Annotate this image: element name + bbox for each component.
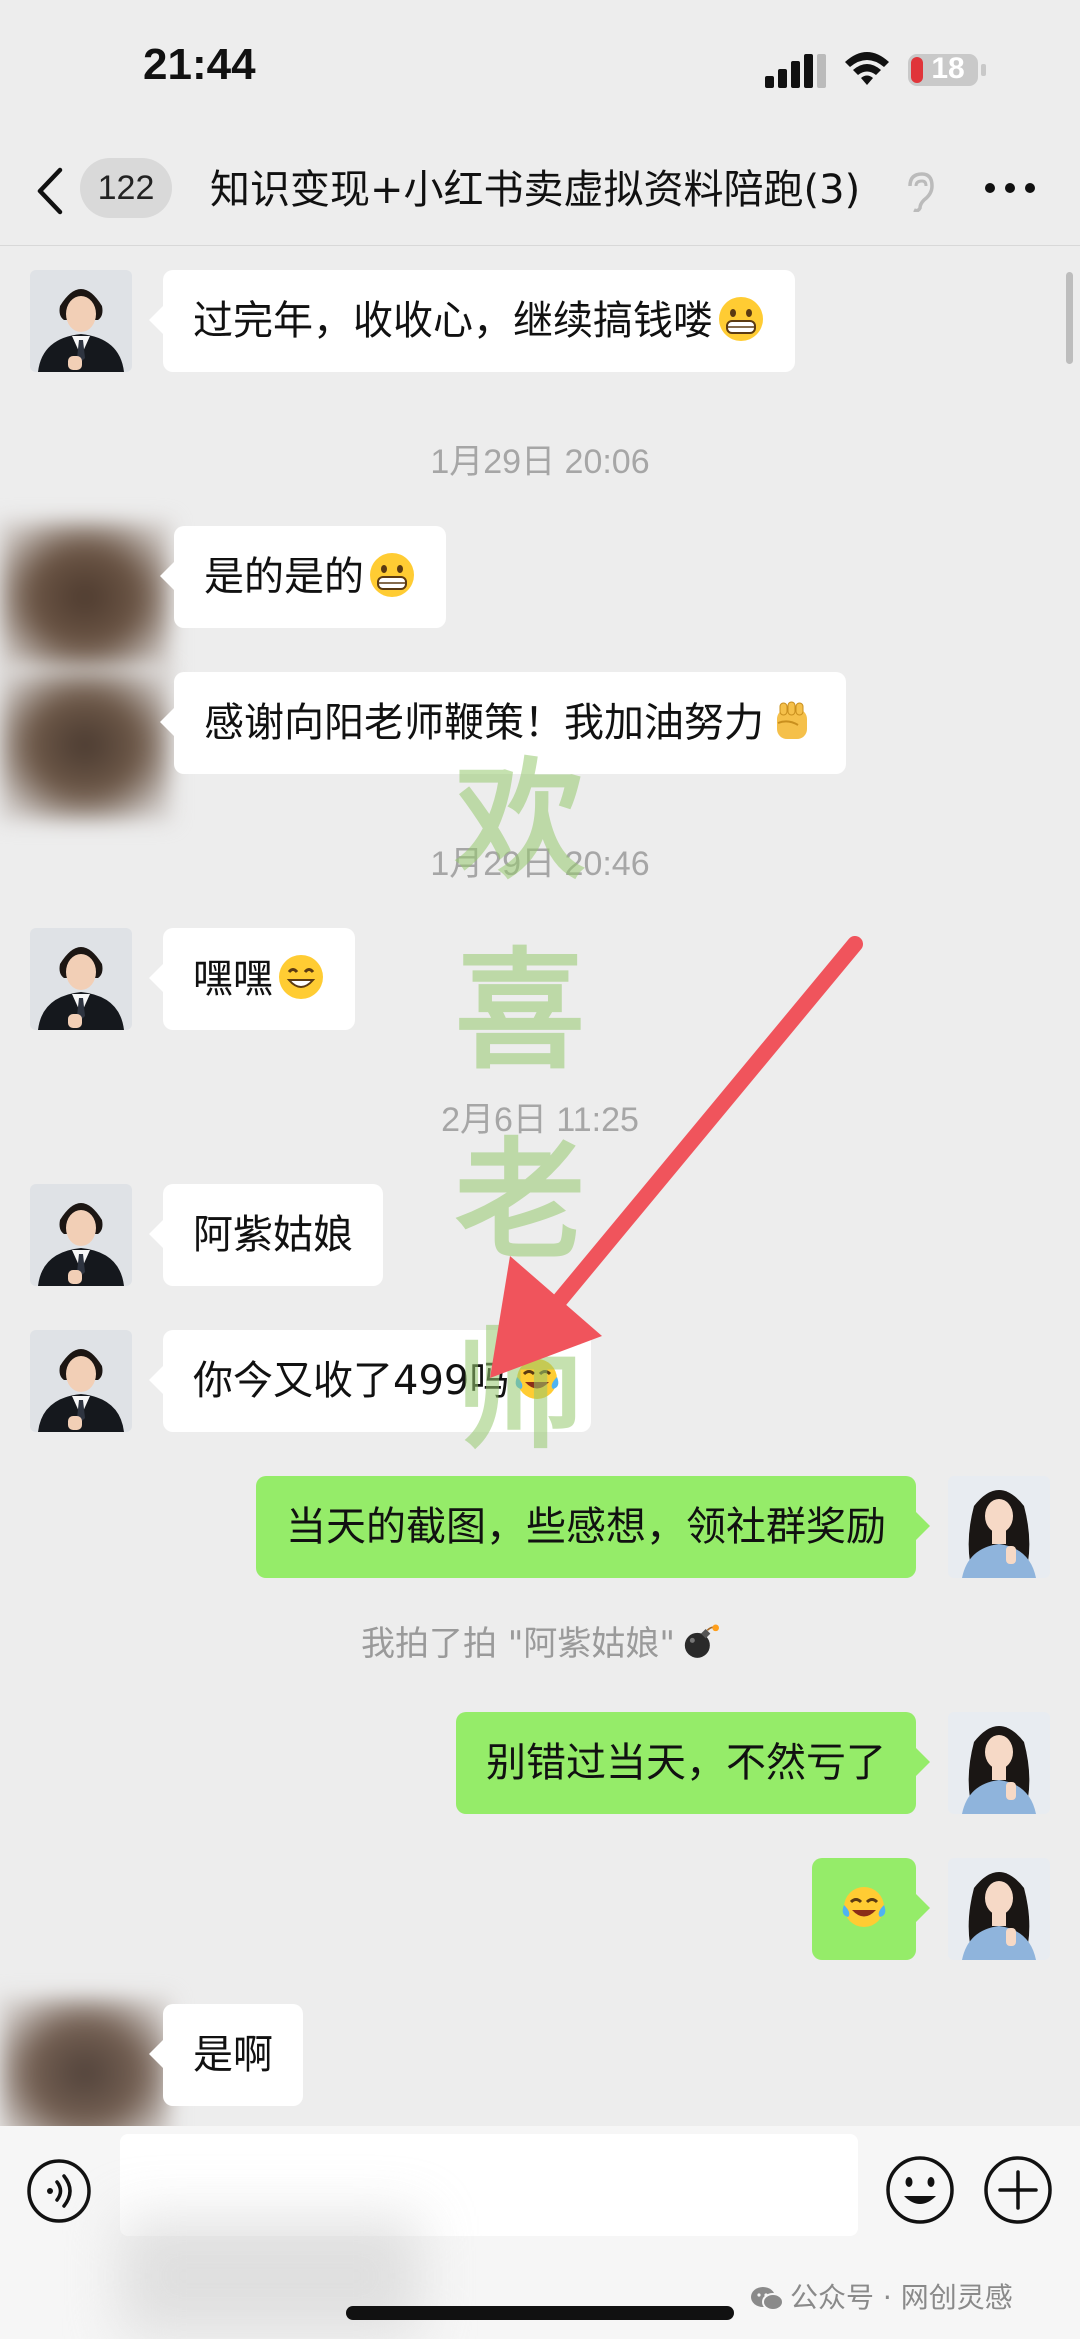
member-count: (3) <box>803 167 861 213</box>
back-chevron-icon[interactable] <box>34 166 64 216</box>
message-text: 过完年，收收心，继续搞钱喽 <box>193 298 713 344</box>
sender-avatar[interactable] <box>30 270 132 372</box>
grin-emoji-icon <box>368 551 416 599</box>
my-avatar[interactable] <box>948 1476 1050 1578</box>
group-name: 知识变现+小红书卖虚拟资料陪跑 <box>210 167 804 213</box>
message-text: 是啊 <box>193 2032 273 2078</box>
message-timestamp: 1月29日 20:06 <box>430 443 650 481</box>
sender-avatar[interactable] <box>0 670 170 820</box>
watermark-text: 公众号 · 网创灵感 <box>790 2281 1013 2314</box>
sender-avatar[interactable] <box>30 1184 132 1286</box>
chat-title[interactable]: 知识变现+小红书卖虚拟资料陪跑(3) <box>210 160 910 220</box>
annotation-arrow-icon <box>490 936 863 1378</box>
message-bubble[interactable]: 是啊 <box>149 2004 303 2106</box>
message-bubble[interactable]: 感谢向阳老师鞭策！我加油努力 <box>160 672 846 774</box>
message-bubble-outgoing[interactable]: 当天的截图，些感想，领社群奖励 <box>256 1476 930 1578</box>
battery-indicator: 18 <box>907 50 989 90</box>
home-indicator[interactable] <box>346 2306 734 2320</box>
message-text: 当天的截图，些感想，领社群奖励 <box>286 1504 886 1550</box>
input-bar: 公众号 · 网创灵感 <box>0 2126 1080 2339</box>
message-text: 阿紫姑娘 <box>193 1212 353 1258</box>
status-time: 21:44 <box>143 40 256 89</box>
wechat-source-watermark: 公众号 · 网创灵感 <box>750 2276 1013 2316</box>
message-bubble[interactable]: 是的是的 <box>160 526 446 628</box>
grin-emoji-icon <box>717 295 765 343</box>
earpiece-mode-icon <box>908 172 934 212</box>
message-bubble[interactable]: 你今又收了499吗 <box>148 1330 592 1432</box>
message-bubble-outgoing[interactable]: 别错过当天，不然亏了 <box>456 1712 930 1814</box>
sender-avatar[interactable] <box>30 928 132 1030</box>
message-text: 嘿嘿 <box>193 956 273 1002</box>
message-bubble[interactable]: 过完年，收收心，继续搞钱喽 <box>149 270 795 372</box>
wechat-logo-icon <box>751 2287 784 2311</box>
wifi-icon <box>845 52 889 85</box>
unread-count-badge[interactable]: 122 <box>80 158 172 218</box>
bomb-emoji-icon <box>679 1622 719 1662</box>
more-functions-plus-icon[interactable] <box>982 2154 1054 2226</box>
cellular-signal-icon <box>765 54 826 88</box>
system-text: 我拍了拍 "阿紫姑娘" <box>360 1624 676 1664</box>
raised-fist-emoji-icon <box>768 697 816 745</box>
tears-of-joy-emoji-icon <box>513 1355 561 1403</box>
smile-emoji-icon <box>277 953 325 1001</box>
more-options-icon[interactable] <box>980 178 1040 198</box>
message-bubble[interactable]: 嘿嘿 <box>149 928 355 1030</box>
message-bubble[interactable]: 阿紫姑娘 <box>149 1184 383 1286</box>
message-list[interactable]: 过完年，收收心，继续搞钱喽 1月29日 20:06 是的是的 感谢向阳老师鞭策！… <box>0 246 1080 2148</box>
pat-system-message: 我拍了拍 "阿紫姑娘" <box>0 1616 1080 1665</box>
message-bubble-outgoing[interactable] <box>812 1858 930 1960</box>
voice-input-icon[interactable] <box>26 2158 92 2224</box>
my-avatar[interactable] <box>948 1712 1050 1814</box>
tears-of-joy-emoji-icon <box>840 1883 888 1931</box>
message-text: 是的是的 <box>204 554 364 600</box>
message-text: 感谢向阳老师鞭策！我加油努力 <box>204 700 764 746</box>
status-bar: 21:44 18 <box>0 0 1080 140</box>
sender-avatar[interactable] <box>0 522 170 672</box>
emoji-picker-icon[interactable] <box>884 2154 956 2226</box>
battery-level: 18 <box>931 52 965 85</box>
nav-bar: 122 知识变现+小红书卖虚拟资料陪跑(3) <box>0 140 1080 246</box>
message-timestamp: 1月29日 20:46 <box>430 845 650 883</box>
watermark-char: 喜 <box>454 934 585 1087</box>
my-avatar[interactable] <box>948 1858 1050 1960</box>
message-timestamp: 2月6日 11:25 <box>441 1101 639 1139</box>
sender-avatar[interactable] <box>30 1330 132 1432</box>
message-text: 别错过当天，不然亏了 <box>486 1740 886 1786</box>
message-text: 你今又收了499吗 <box>193 1358 510 1404</box>
